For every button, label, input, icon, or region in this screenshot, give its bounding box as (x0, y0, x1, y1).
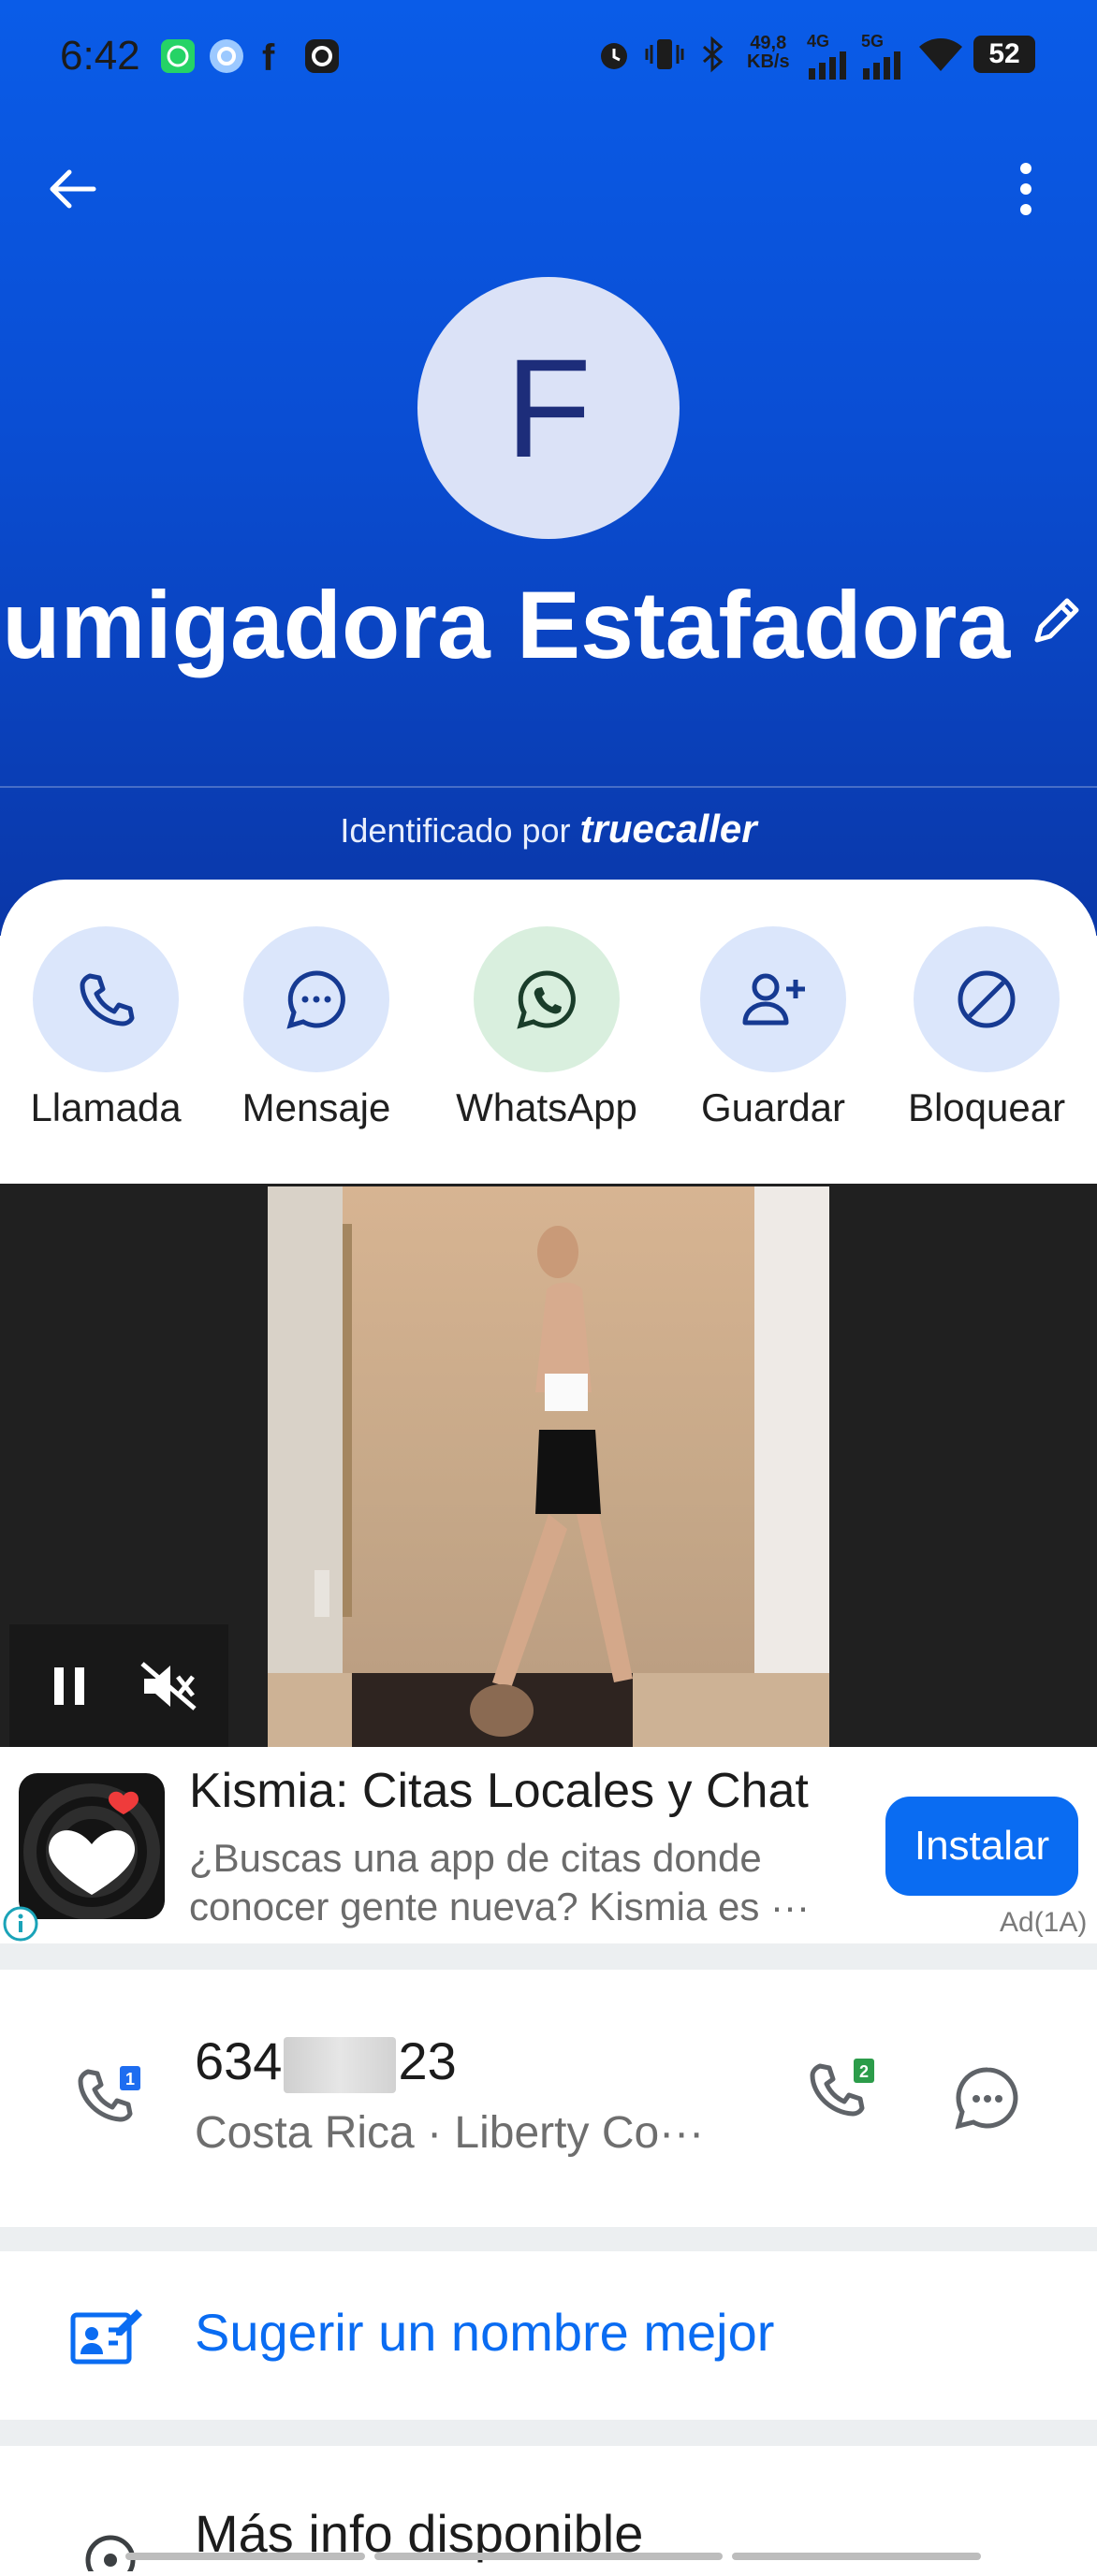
sms-icon[interactable] (953, 2064, 1022, 2138)
mute-icon[interactable] (139, 1660, 198, 1717)
page-indicator-1 (125, 2553, 365, 2560)
section-gap-3 (0, 2420, 1097, 2446)
back-arrow-icon[interactable] (45, 161, 101, 217)
phone-icon (80, 973, 135, 1026)
call-button[interactable] (33, 926, 179, 1072)
message-button[interactable] (243, 926, 389, 1072)
sim2-badge: 2 (859, 2062, 869, 2081)
status-time: 6:42 (60, 33, 140, 79)
action-label-save: Guardar (700, 1085, 846, 1129)
edit-name-icon[interactable] (1030, 591, 1086, 652)
action-label-call: Llamada (30, 1085, 182, 1129)
ad-tag: Ad(1A) (1000, 1907, 1088, 1938)
suggest-name-label[interactable]: Sugerir un nombre mejor (195, 2302, 774, 2363)
ad-info-icon[interactable] (0, 1905, 43, 1943)
call-sim1-icon[interactable]: 1 (75, 2064, 146, 2140)
wifi-icon (917, 36, 964, 78)
action-label-whatsapp: WhatsApp (456, 1085, 637, 1129)
video-frame (268, 1186, 829, 1747)
whatsapp-icon (517, 970, 576, 1029)
alarm-icon (595, 36, 633, 78)
app-notification-icon (210, 39, 243, 73)
page-indicator-2 (374, 2553, 723, 2560)
whatsapp-button[interactable] (474, 926, 620, 1072)
battery-indicator: 52 (973, 36, 1035, 73)
section-gap-2 (0, 2227, 1097, 2251)
truecaller-logo: truecaller (579, 807, 757, 851)
contact-name: Fumigadora Estafadora (0, 572, 1011, 678)
action-label-message: Mensaje (241, 1085, 391, 1129)
identified-by: Identificado por truecaller (340, 807, 757, 851)
header-divider (0, 786, 1097, 788)
phone-number: 634 23 (195, 2030, 457, 2094)
call-sim2-icon[interactable]: 2 (807, 2057, 882, 2136)
facebook-notification-icon: f (262, 37, 275, 79)
signal-5g-icon: 5G (861, 32, 906, 84)
block-icon (958, 970, 1016, 1028)
sim1-badge: 1 (125, 2070, 135, 2088)
vibrate-icon (644, 37, 685, 76)
save-contact-button[interactable] (700, 926, 846, 1072)
ad-title: Kismia: Citas Locales y Chat (189, 1764, 809, 1818)
message-icon (286, 970, 345, 1029)
action-label-block: Bloquear (907, 1085, 1066, 1129)
signal-4g-icon: 4G (807, 32, 852, 84)
phone-number-row[interactable] (0, 1970, 1097, 2224)
redacted-digits (284, 2037, 397, 2094)
bluetooth-icon (698, 36, 726, 78)
install-button[interactable]: Instalar (885, 1797, 1078, 1896)
network-speed: 49,8 KB/s (747, 33, 790, 72)
phone-location: Costa Rica · Liberty Co··· (195, 2108, 705, 2158)
add-contact-icon (742, 973, 805, 1026)
section-gap (0, 1943, 1097, 1970)
suggest-name-icon (69, 2302, 144, 2372)
whatsapp-notification-icon (161, 39, 195, 73)
contact-avatar: F (417, 277, 680, 539)
app2-notification-icon (305, 39, 339, 73)
pause-icon[interactable] (51, 1664, 90, 1713)
more-options-icon[interactable] (1007, 159, 1045, 219)
ad-description: ¿Buscas una app de citas donde conocer g… (189, 1836, 810, 1928)
kismia-app-icon (19, 1773, 165, 1919)
block-button[interactable] (914, 926, 1060, 1072)
page-indicator-3 (732, 2553, 981, 2560)
